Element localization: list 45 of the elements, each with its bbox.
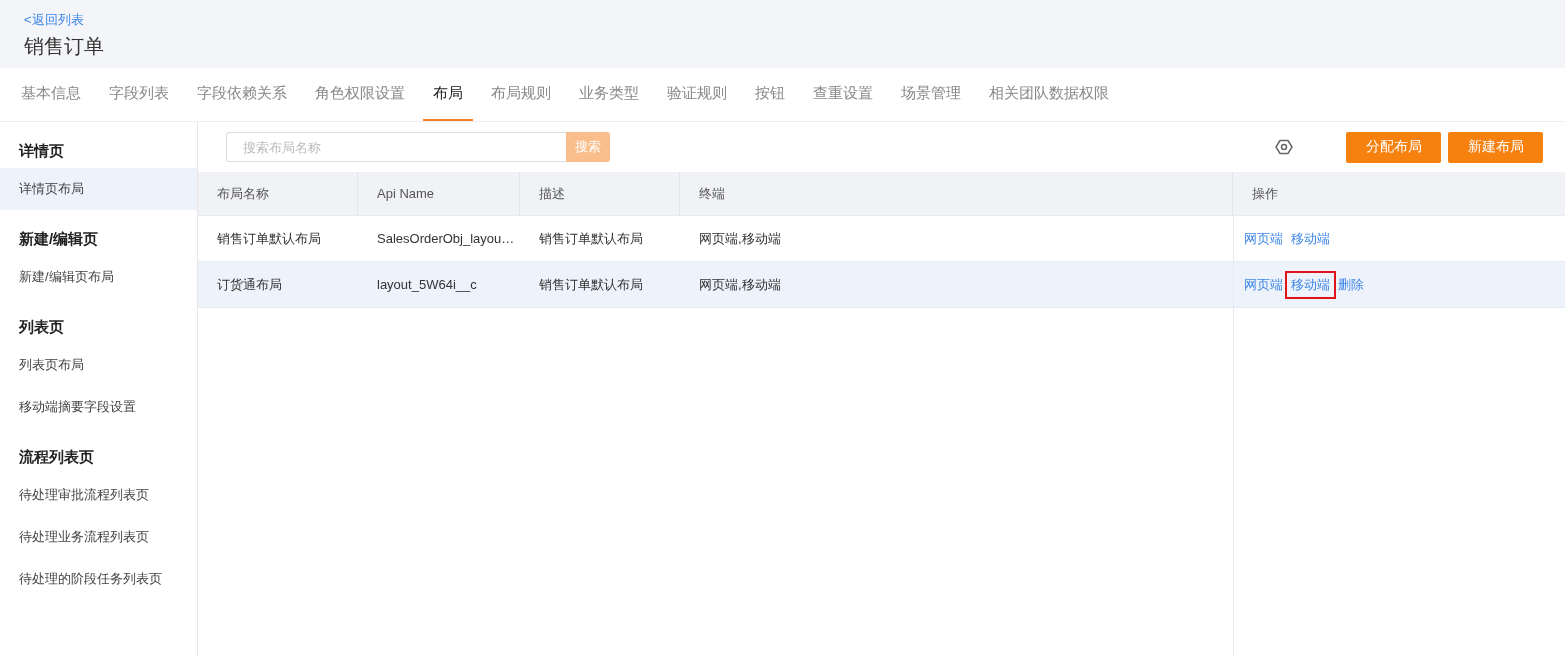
action-link[interactable]: 移动端 <box>1291 229 1330 248</box>
tab[interactable]: 验证规则 <box>657 68 737 121</box>
sidebar-item[interactable]: 列表页布局 <box>0 344 197 386</box>
tab[interactable]: 查重设置 <box>803 68 883 121</box>
table-row[interactable]: 订货通布局 layout_5W64i__c 销售订单默认布局 网页端,移动端 网页端 移动端 删除 <box>198 262 1565 308</box>
tab[interactable]: 场景管理 <box>891 68 971 121</box>
tab[interactable]: 布局规则 <box>481 68 561 121</box>
sidebar-item[interactable]: 待处理的阶段任务列表页 <box>0 558 197 600</box>
tab[interactable]: 基本信息 <box>11 68 91 121</box>
action-link[interactable]: 网页端 <box>1244 229 1283 248</box>
table-cell: 网页端,移动端 <box>680 262 1233 308</box>
action-link[interactable]: 删除 <box>1338 275 1364 294</box>
table-cell: 订货通布局 <box>198 262 358 308</box>
table-cell: layout_5W64i__c <box>358 262 520 308</box>
tab[interactable]: 字段依赖关系 <box>187 68 297 121</box>
table-row[interactable]: 销售订单默认布局 SalesOrderObj_layou… 销售订单默认布局 网页端,移动端 网页端 移动端 <box>198 216 1565 262</box>
action-link[interactable]: 网页端 <box>1244 275 1283 294</box>
tab[interactable]: 布局 <box>423 68 473 121</box>
action-button[interactable]: 新建布局 <box>1448 131 1543 163</box>
page-title: 销售订单 <box>24 34 105 59</box>
sidebar-item[interactable]: 移动端摘要字段设置 <box>0 386 197 428</box>
search-field[interactable]: 搜索布局名称 <box>226 132 566 162</box>
tab[interactable]: 业务类型 <box>569 68 649 121</box>
table-cell: 销售订单默认布局 <box>520 262 680 308</box>
action-link[interactable]: 移动端 <box>1287 272 1334 297</box>
sidebar-item[interactable]: 详情页布局 <box>0 168 197 210</box>
column-header: 终端 <box>680 172 1233 216</box>
tab[interactable]: 角色权限设置 <box>305 68 415 121</box>
column-header: 描述 <box>520 172 680 216</box>
tab[interactable]: 按钮 <box>745 68 795 121</box>
sidebar-item[interactable]: 待处理业务流程列表页 <box>0 516 197 558</box>
section-heading: 详情页 <box>17 140 65 161</box>
tab[interactable]: 相关团队数据权限 <box>979 68 1119 121</box>
tab[interactable]: 字段列表 <box>99 68 179 121</box>
settings-icon[interactable] <box>1275 138 1293 156</box>
sidebar-item[interactable]: 新建/编辑页布局 <box>0 256 197 298</box>
sidebar-item[interactable]: 待处理审批流程列表页 <box>0 474 197 516</box>
column-header: 操作 <box>1233 172 1565 216</box>
back-link[interactable]: <返回列表 <box>24 11 84 29</box>
column-header: 布局名称 <box>198 172 358 216</box>
section-heading: 新建/编辑页 <box>18 228 100 249</box>
section-heading: 列表页 <box>18 316 65 337</box>
action-button[interactable]: 分配布局 <box>1346 131 1441 163</box>
column-header: Api Name <box>358 172 520 216</box>
section-heading: 流程列表页 <box>18 446 95 467</box>
